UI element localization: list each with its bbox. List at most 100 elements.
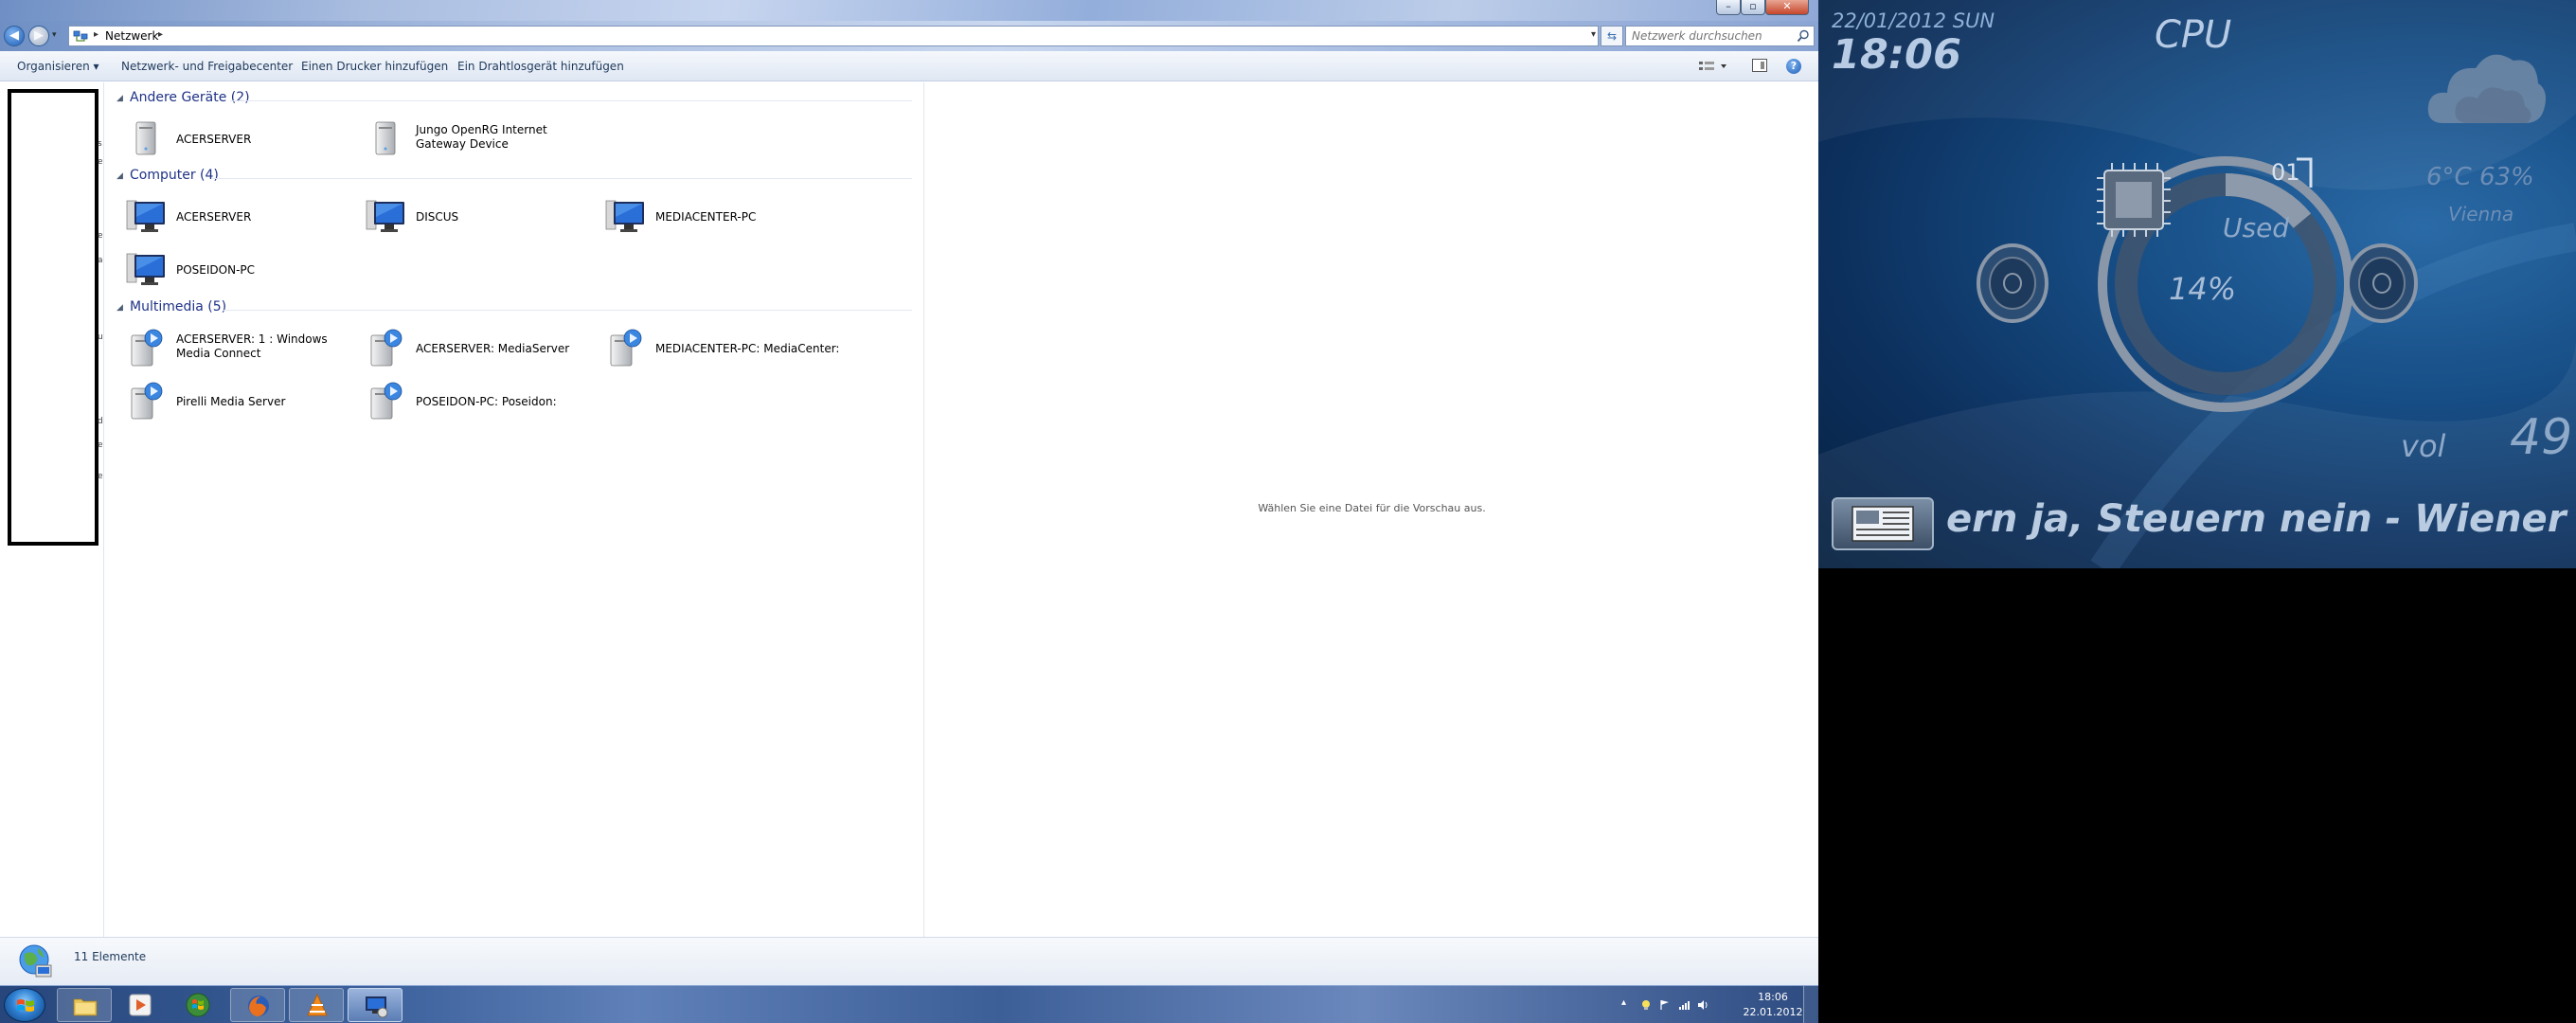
- start-button[interactable]: [4, 988, 45, 1022]
- nav-fragment[interactable]: e: [98, 231, 103, 241]
- collapse-triangle-icon[interactable]: ◢: [116, 94, 123, 103]
- add-wireless-device-button[interactable]: Ein Drahtlosgerät hinzufügen: [457, 60, 624, 73]
- title-bar[interactable]: – ▫ ✕: [0, 0, 1818, 21]
- item-label: POSEIDON-PC: Poseidon:: [416, 395, 557, 408]
- group-title[interactable]: Multimedia (5): [130, 299, 226, 314]
- item-label: Pirelli Media Server: [176, 395, 286, 408]
- preview-pane-toggle-icon[interactable]: [1752, 59, 1767, 72]
- group-title[interactable]: Andere Geräte (2): [130, 90, 250, 105]
- item-label: MEDIACENTER-PC: MediaCenter:: [655, 342, 840, 355]
- address-bar[interactable]: ▸ Netzwerk ▸ ▾: [68, 26, 1599, 46]
- show-desktop-button[interactable]: [1803, 986, 1818, 1023]
- bulb-icon[interactable]: [1640, 999, 1652, 1011]
- taskbar-media-center[interactable]: [170, 988, 225, 1022]
- nav-fragment[interactable]: a: [98, 256, 103, 265]
- list-item[interactable]: POSEIDON-PC: Poseidon:: [366, 381, 602, 426]
- network-status-icon[interactable]: [1678, 999, 1690, 1011]
- search-input[interactable]: [1626, 27, 1793, 45]
- media-server-icon: [370, 382, 402, 420]
- group-header-other-devices[interactable]: ◢ Andere Geräte (2): [116, 90, 912, 109]
- preview-pane: Wählen Sie eine Datei für die Vorschau a…: [923, 82, 1818, 937]
- item-label: POSEIDON-PC: [176, 263, 256, 277]
- close-button[interactable]: ✕: [1765, 0, 1809, 15]
- action-center-flag-icon[interactable]: [1659, 999, 1671, 1011]
- recent-pages-dropdown[interactable]: ▾: [52, 30, 57, 40]
- gateway-device-icon: [375, 121, 396, 155]
- maximize-button[interactable]: ▫: [1741, 0, 1765, 15]
- list-item[interactable]: ACERSERVER: [126, 196, 363, 242]
- widget-date: 22/01/2012 SUN: [1832, 9, 1995, 32]
- taskbar-explorer[interactable]: [57, 988, 112, 1022]
- search-box[interactable]: [1625, 26, 1815, 46]
- list-item[interactable]: POSEIDON-PC: [126, 249, 363, 295]
- computer-icon: [366, 200, 404, 232]
- taskbar-firefox[interactable]: [230, 988, 285, 1022]
- media-player-icon: [129, 994, 152, 1016]
- list-item[interactable]: Jungo OpenRG Internet Gateway Device: [366, 118, 602, 164]
- computer-icon: [126, 253, 165, 285]
- group-title[interactable]: Computer (4): [130, 168, 219, 183]
- navigation-pane[interactable]: s e e a u d e e: [0, 82, 104, 937]
- cpu-used-label: Used: [2223, 212, 2290, 243]
- redacted-area: [8, 89, 98, 546]
- nav-fragment[interactable]: d: [98, 417, 103, 426]
- taskbar-vlc[interactable]: [289, 988, 344, 1022]
- newspaper-icon[interactable]: [1832, 497, 1934, 550]
- network-center-button[interactable]: Netzwerk- und Freigabecenter: [121, 60, 293, 73]
- change-view-icon[interactable]: [1697, 59, 1729, 74]
- network-icon: [73, 30, 88, 42]
- volume-icon[interactable]: [1697, 999, 1708, 1011]
- organize-menu[interactable]: Organisieren ▾: [17, 60, 99, 73]
- nav-fragment[interactable]: u: [98, 332, 103, 342]
- media-device-icon: [135, 121, 156, 155]
- back-button[interactable]: ◀: [4, 26, 25, 46]
- taskbar-media-player[interactable]: [113, 988, 168, 1022]
- collapse-triangle-icon[interactable]: ◢: [116, 171, 123, 181]
- nav-fragment[interactable]: e: [98, 157, 103, 167]
- refresh-button[interactable]: ⇆: [1601, 26, 1623, 46]
- address-dropdown-icon[interactable]: ▾: [1591, 29, 1596, 40]
- media-server-icon: [131, 329, 163, 367]
- vlc-icon: [307, 993, 328, 1016]
- taskbar: ▴ 18:06 22.01.2012: [0, 985, 1818, 1023]
- screen: – ▫ ✕ ◀ ▶ ▾ ▸ Netzwerk ▸ ▾ ⇆ Netzwerk du…: [0, 0, 2576, 1023]
- taskbar-network-window[interactable]: [348, 988, 402, 1022]
- speaker-left-icon: [1977, 243, 2048, 323]
- desktop-empty-area: [1818, 568, 2576, 1023]
- breadcrumb-network[interactable]: Netzwerk: [105, 29, 158, 43]
- nav-fragment[interactable]: e: [98, 440, 103, 450]
- search-icon[interactable]: [1797, 29, 1810, 43]
- clock-time[interactable]: 18:06: [1746, 991, 1799, 1003]
- group-header-computer[interactable]: ◢ Computer (4): [116, 168, 912, 187]
- clock-date[interactable]: 22.01.2012: [1739, 1006, 1807, 1018]
- weather-temperature-humidity: 6°C 63%: [2426, 163, 2534, 191]
- content-pane[interactable]: ◢ Andere Geräte (2) ACERSERVER Jungo Ope…: [105, 82, 922, 937]
- breadcrumb-arrow-icon[interactable]: ▸: [94, 29, 98, 40]
- nav-fragment[interactable]: s: [98, 139, 102, 149]
- list-item[interactable]: DISCUS: [366, 196, 602, 242]
- news-ticker-text[interactable]: ern ja, Steuern nein - Wiener Ze: [1946, 497, 2576, 541]
- group-header-multimedia[interactable]: ◢ Multimedia (5): [116, 299, 912, 318]
- list-item[interactable]: Pirelli Media Server: [126, 381, 363, 426]
- forward-button[interactable]: ▶: [28, 26, 49, 46]
- list-item[interactable]: ACERSERVER: [126, 118, 363, 164]
- show-hidden-icons-icon[interactable]: ▴: [1621, 997, 1633, 1009]
- list-item[interactable]: ACERSERVER: 1 : Windows Media Connect: [126, 328, 363, 373]
- minimize-button[interactable]: –: [1716, 0, 1741, 15]
- add-printer-button[interactable]: Einen Drucker hinzufügen: [301, 60, 448, 73]
- list-item[interactable]: MEDIACENTER-PC: [605, 196, 842, 242]
- explorer-window: – ▫ ✕ ◀ ▶ ▾ ▸ Netzwerk ▸ ▾ ⇆ Netzwerk du…: [0, 0, 1818, 985]
- help-button[interactable]: ?: [1786, 59, 1801, 74]
- group-divider: [223, 310, 912, 311]
- windows-logo-icon: [17, 999, 34, 1012]
- nav-fragment[interactable]: e: [98, 472, 103, 481]
- collapse-triangle-icon[interactable]: ◢: [116, 303, 123, 313]
- item-label: ACERSERVER: [176, 133, 252, 146]
- list-item[interactable]: ACERSERVER: MediaServer: [366, 328, 602, 373]
- item-label: ACERSERVER: [176, 210, 252, 224]
- news-ticker[interactable]: ern ja, Steuern nein - Wiener Ze: [1818, 488, 2576, 554]
- list-item[interactable]: MEDIACENTER-PC: MediaCenter:: [605, 328, 842, 373]
- cpu-core-number: 01: [2271, 159, 2300, 186]
- firefox-icon: [248, 996, 269, 1016]
- breadcrumb-arrow-icon[interactable]: ▸: [158, 29, 163, 40]
